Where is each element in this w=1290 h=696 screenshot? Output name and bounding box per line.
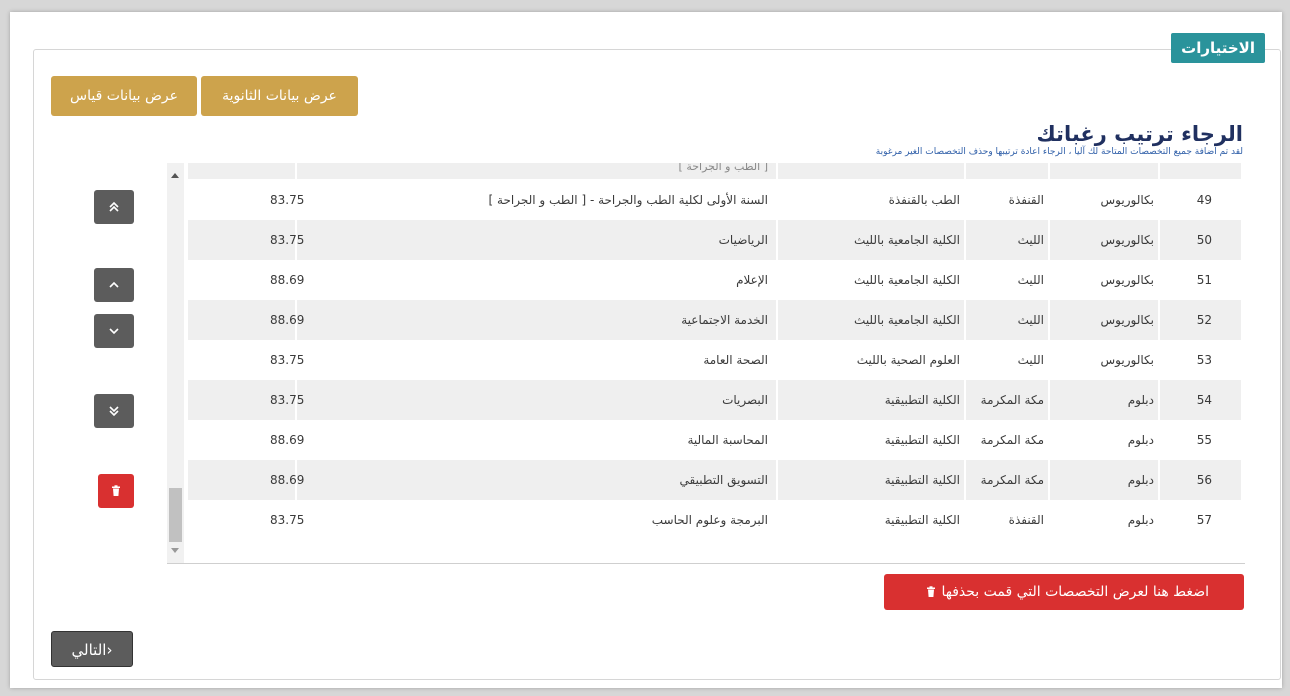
double-chevron-down-icon [109,406,119,417]
cell-score: 83.75 [270,513,305,527]
scroll-up-arrow-icon[interactable] [171,173,179,178]
cell-college: الطب بالقنفذة [888,193,960,207]
show-deleted-button[interactable]: اضغط هنا لعرض التخصصات التي قمت بحذفها [884,574,1244,610]
table-row[interactable]: 88.69 المحاسبة المالية الكلية التطبيقية مكة… [188,420,1241,460]
cell-num: 53 [1196,353,1212,367]
move-up-button[interactable] [94,268,134,302]
cell-score: 83.75 [270,393,305,407]
cell-city: القنفذة [1008,513,1044,527]
chevron-down-icon [109,328,119,335]
cell-city: الليث [1017,273,1044,287]
table-row[interactable]: 88.69 الإعلام الكلية الجامعية بالليث الليث ب… [188,260,1241,300]
cell-score: 88.69 [270,433,305,447]
cell-program: الخدمة الاجتماعية [681,313,768,327]
cell-num: 54 [1196,393,1212,407]
cell-degree: دبلوم [1127,513,1154,527]
cell-score: 88.69 [270,473,305,487]
move-bottom-button[interactable] [94,394,134,428]
cell-city: مكة المكرمة [980,433,1044,447]
cell-score: 88.69 [270,313,305,327]
chevron-up-icon [109,281,119,288]
show-deleted-label: اضغط هنا لعرض التخصصات التي قمت بحذفها [941,584,1209,600]
table-row[interactable]: 88.69 التسويق التطبيقي الكلية التطبيقية مكة… [188,460,1241,500]
delete-row-button[interactable] [98,474,134,508]
cell-college: الكلية التطبيقية [884,513,960,527]
cell-college: العلوم الصحية بالليث [856,353,960,367]
cell-num: 52 [1196,313,1212,327]
cell-program: السنة الأولى لكلية الطب والجراحة - [ الط… [488,193,768,207]
cell-program: الإعلام [736,273,768,287]
cell-num: 57 [1196,513,1212,527]
cell-college: الكلية التطبيقية [884,473,960,487]
cell-city: الليث [1017,313,1044,327]
table-row[interactable]: 83.75 البرمجة وعلوم الحاسب الكلية التطبيقي… [188,500,1241,540]
cell-score: 83.75 [270,193,305,207]
cell-college: الكلية الجامعية بالليث [854,233,960,247]
cell-college: الكلية الجامعية بالليث [854,313,960,327]
next-button[interactable]: التالي› [51,631,133,667]
table-row[interactable]: 83.75 الصحة العامة العلوم الصحية بالليث الل… [188,340,1241,380]
show-qiyas-button[interactable]: عرض بيانات قياس [51,76,197,116]
double-chevron-up-icon [109,201,119,212]
cell-city: الليث [1017,353,1044,367]
table-row[interactable]: 83.75 البصريات الكلية التطبيقية مكة المكرمة… [188,380,1241,420]
cell-program: الصحة العامة [703,353,768,367]
page-subheading: لقد تم اضافة جميع التخصصات المتاحة لك آل… [875,147,1243,157]
cell-city: مكة المكرمة [980,393,1044,407]
table-scrollbar[interactable] [167,163,184,563]
cell-num: 56 [1196,473,1212,487]
cell-degree: دبلوم [1127,473,1154,487]
preferences-table[interactable]: [ الطب و الجراحة ] 83.75 السنة الأولى لكل… [167,163,1245,564]
table-row[interactable]: 83.75 الرياضيات الكلية الجامعية بالليث اللي… [188,220,1241,260]
cell-college: الكلية الجامعية بالليث [854,273,960,287]
cell-num: 55 [1196,433,1212,447]
cell-city: القنفذة [1008,193,1044,207]
cell-degree: بكالوريوس [1100,273,1154,287]
cell-score: 83.75 [270,353,305,367]
show-secondary-button[interactable]: عرض بيانات الثانوية [201,76,358,116]
scroll-down-arrow-icon[interactable] [171,548,179,553]
cell-num: 51 [1196,273,1212,287]
cell-degree: دبلوم [1127,433,1154,447]
cell-program: الرياضيات [718,233,768,247]
trash-icon [927,586,936,597]
cell-degree: بكالوريوس [1100,233,1154,247]
cell-degree: بكالوريوس [1100,313,1154,327]
table-row-partial[interactable]: [ الطب و الجراحة ] [188,163,1241,179]
cell-program: التسويق التطبيقي [679,473,768,487]
cell-college: الكلية التطبيقية [884,433,960,447]
move-down-button[interactable] [94,314,134,348]
cell-college: الكلية التطبيقية [884,393,960,407]
table-row[interactable]: 83.75 السنة الأولى لكلية الطب والجراحة - … [188,180,1241,220]
cell-program: المحاسبة المالية [687,433,768,447]
cell-program: البرمجة وعلوم الحاسب [651,513,768,527]
cell-city: مكة المكرمة [980,473,1044,487]
table-row[interactable]: 88.69 الخدمة الاجتماعية الكلية الجامعية با… [188,300,1241,340]
cell-score: 83.75 [270,233,305,247]
cell-score: 88.69 [270,273,305,287]
move-top-button[interactable] [94,190,134,224]
cell-degree: دبلوم [1127,393,1154,407]
cell-degree: بكالوريوس [1100,193,1154,207]
cell-degree: بكالوريوس [1100,353,1154,367]
trash-icon [112,485,120,496]
cell-num: 50 [1196,233,1212,247]
page-heading: الرجاء ترتيب رغباتك [1036,122,1244,146]
cell-program: البصريات [722,393,768,407]
scrollbar-thumb[interactable] [169,488,182,542]
section-title: الاختيارات [1171,33,1265,63]
cell-num: 49 [1196,193,1212,207]
cell-city: الليث [1017,233,1044,247]
